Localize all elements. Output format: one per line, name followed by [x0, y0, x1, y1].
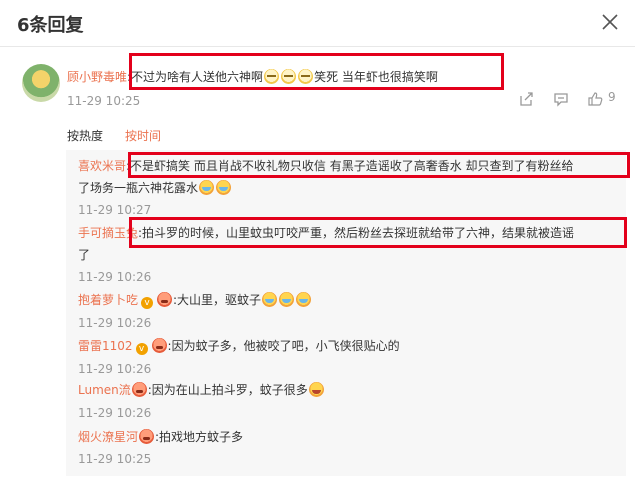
- highlight-box: [129, 53, 504, 90]
- comment-icon[interactable]: [553, 91, 569, 107]
- reply-time: 11-29 10:25: [78, 452, 152, 466]
- reply-item: 烟火潦星河 :拍戏地方蚊子多: [78, 428, 243, 445]
- reply-username[interactable]: 烟火潦星河: [78, 430, 138, 444]
- emoji-angry-icon: [131, 382, 147, 397]
- close-icon[interactable]: [601, 13, 619, 31]
- reply-username[interactable]: 雷雷1102: [78, 339, 133, 353]
- reply-text: :因为蚊子多，他被咬了吧，小飞侠很贴心的: [167, 339, 400, 353]
- main-comment-username[interactable]: 顾小野毒唯: [67, 70, 127, 84]
- verified-badge-icon: v: [135, 343, 148, 355]
- reply-text-continued: 了场务一瓶六神花露水: [78, 179, 232, 196]
- reply-username[interactable]: Lumen流: [78, 383, 131, 397]
- reply-text: :拍戏地方蚊子多: [155, 430, 244, 444]
- reply-username[interactable]: 喜欢米哥: [78, 159, 126, 173]
- emoji-angry-icon: [139, 429, 155, 444]
- avatar[interactable]: [22, 64, 60, 102]
- emoji-angry-icon: [151, 338, 167, 353]
- reply-time: 11-29 10:26: [78, 270, 152, 284]
- reply-time: 11-29 10:26: [78, 362, 152, 376]
- reply-text-continued-label: 了场务一瓶六神花露水: [78, 181, 199, 195]
- share-icon[interactable]: [518, 91, 534, 107]
- emoji-angry-icon: [157, 292, 173, 307]
- reply-text: :大山里，驱蚊子: [173, 293, 262, 307]
- reply-time: 11-29 10:26: [78, 316, 152, 330]
- like-count: 9: [608, 90, 616, 104]
- reply-time: 11-29 10:26: [78, 406, 152, 420]
- reply-username[interactable]: 抱着萝卜吃: [78, 293, 138, 307]
- reply-time: 11-29 10:27: [78, 203, 152, 217]
- reply-text: :因为在山上拍斗罗，蚊子很多: [147, 383, 308, 397]
- sort-by-hot[interactable]: 按热度: [67, 127, 103, 144]
- emoji-cry-icon: [199, 180, 215, 195]
- main-comment-time: 11-29 10:25: [67, 94, 141, 108]
- reply-list: 喜欢米哥:不是虾搞笑 而且肖战不收礼物只收信 有黑子造谣收了高奢香水 却只查到了…: [66, 150, 626, 476]
- emoji-cry-icon: [296, 292, 312, 307]
- reply-item: 抱着萝卜吃 v :大山里，驱蚊子: [78, 291, 312, 309]
- dialog-header: 6条回复: [0, 0, 635, 47]
- dialog-title: 6条回复: [17, 15, 84, 36]
- reply-item: 雷雷1102 v :因为蚊子多，他被咬了吧，小飞侠很贴心的: [78, 337, 400, 355]
- emoji-cry-icon: [262, 292, 278, 307]
- emoji-cry-icon: [216, 180, 232, 195]
- emoji-laugh-icon: [308, 382, 324, 397]
- highlight-box: [129, 217, 627, 248]
- reply-text-continued: 了: [78, 248, 91, 262]
- like-icon[interactable]: [587, 91, 603, 107]
- verified-badge-icon: v: [141, 297, 154, 309]
- highlight-box: [128, 152, 630, 178]
- emoji-cry-icon: [279, 292, 295, 307]
- sort-by-time[interactable]: 按时间: [125, 127, 161, 144]
- reply-item: Lumen流 :因为在山上拍斗罗，蚊子很多: [78, 381, 325, 398]
